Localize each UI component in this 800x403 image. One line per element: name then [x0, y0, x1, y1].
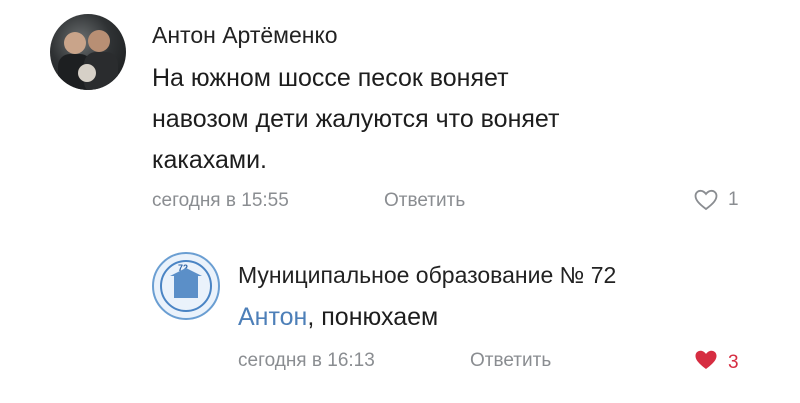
reply-button[interactable]: Ответить [384, 190, 465, 212]
comment-author[interactable]: Муниципальное образование № 72 [238, 262, 616, 289]
comment-text-rest: , понюхаем [307, 303, 439, 331]
comment-text: Антон, понюхаем [238, 303, 438, 332]
comment-date: сегодня в 15:55 [152, 190, 289, 211]
like-count: 1 [728, 189, 739, 210]
heart-filled-icon [694, 349, 718, 377]
avatar-anton[interactable] [50, 14, 126, 90]
like-count: 3 [728, 352, 739, 373]
avatar-municipal[interactable]: 72 [152, 252, 220, 320]
avatar-face-left [64, 32, 86, 54]
building-icon [170, 268, 202, 298]
reply-button[interactable]: Ответить [470, 350, 551, 372]
like-button[interactable]: 1 [694, 189, 739, 211]
like-button[interactable]: 3 [694, 349, 739, 377]
avatar-face-right [88, 30, 110, 52]
avatar-child [78, 64, 96, 82]
heart-outline-icon [694, 189, 718, 211]
comment-date: сегодня в 16:13 [238, 350, 375, 371]
comment-text: На южном шоссе песок воняет навозом дети… [152, 64, 560, 174]
mention-link[interactable]: Антон [238, 303, 307, 331]
comment-author[interactable]: Антон Артёменко [152, 22, 338, 49]
